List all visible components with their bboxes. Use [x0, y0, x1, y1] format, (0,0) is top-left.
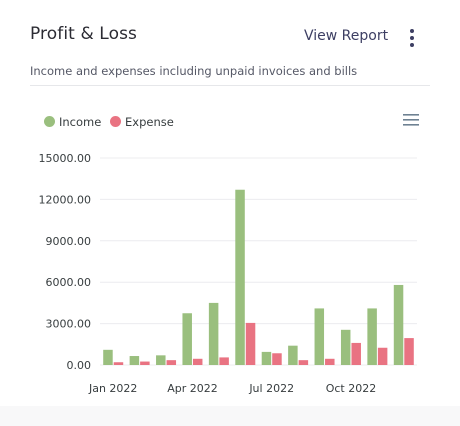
bar-income-8 [314, 308, 325, 365]
y-tick-label: 15000.00 [39, 152, 92, 165]
bar-income-7 [288, 345, 298, 365]
bar-expense-6 [272, 353, 282, 365]
x-tick-label: Jul 2022 [248, 382, 294, 395]
x-tick-label: Oct 2022 [326, 382, 377, 395]
bar-income-0 [103, 349, 113, 365]
bar-income-11 [393, 284, 404, 365]
x-tick-label: Jan 2022 [88, 382, 137, 395]
page-background [0, 406, 460, 426]
bar-income-3 [182, 313, 192, 365]
bar-income-10 [367, 308, 377, 365]
bar-expense-7 [298, 360, 309, 365]
bar-income-5 [235, 189, 245, 365]
bar-expense-2 [166, 360, 177, 365]
bar-expense-8 [325, 358, 335, 365]
y-tick-label: 0.00 [67, 359, 92, 372]
y-tick-label: 12000.00 [39, 193, 92, 206]
bar-expense-11 [404, 338, 414, 365]
profit-loss-card: Profit & Loss View Report Income and exp… [0, 0, 460, 426]
x-tick-label: Apr 2022 [167, 382, 218, 395]
bar-chart: 0.00 3000.00 6000.00 9000.00 12000.00 15000.0… [39, 152, 417, 395]
y-tick-label: 6000.00 [46, 276, 92, 289]
bar-expense-9 [351, 342, 361, 365]
bar-income-1 [129, 356, 140, 365]
y-tick-label: 9000.00 [46, 235, 92, 248]
bar-expense-4 [219, 357, 229, 365]
bar-expense-5 [245, 322, 256, 365]
bar-income-9 [340, 329, 351, 365]
bar-expense-0 [113, 362, 124, 365]
bar-expense-1 [140, 361, 150, 365]
y-tick-label: 3000.00 [46, 318, 92, 331]
bar-expense-3 [192, 358, 203, 365]
bar-income-6 [261, 351, 272, 365]
bar-income-2 [156, 355, 166, 365]
bar-expense-10 [377, 347, 388, 365]
bar-income-4 [208, 302, 219, 365]
